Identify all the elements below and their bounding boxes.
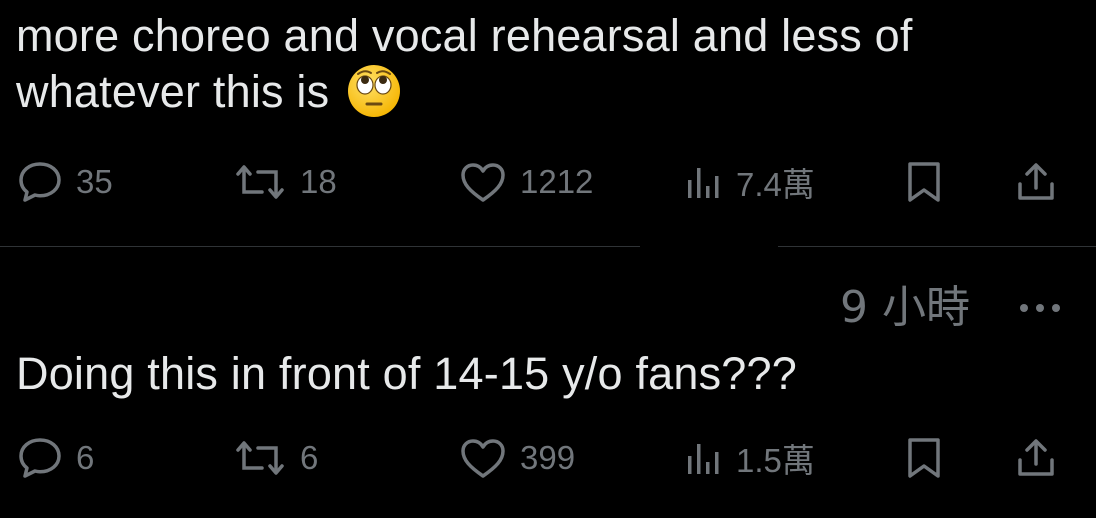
share-button[interactable] — [1014, 428, 1058, 488]
views-count: 1.5萬 — [736, 442, 815, 479]
tweet-text: more choreo and vocal rehearsal and less… — [16, 8, 1076, 119]
more-button[interactable] — [1014, 284, 1066, 332]
like-button[interactable]: 399 — [458, 428, 575, 488]
tweet-actions: 35 18 1212 7.4萬 — [0, 152, 1096, 212]
reply-count: 35 — [76, 163, 113, 200]
like-button[interactable]: 1212 — [458, 152, 593, 212]
retweet-button[interactable]: 6 — [232, 428, 318, 488]
heart-icon — [461, 163, 505, 202]
reply-button[interactable]: 35 — [16, 152, 113, 212]
like-count: 1212 — [520, 163, 594, 200]
tweet-timestamp[interactable]: 9 小時 — [840, 280, 970, 336]
reply-icon — [19, 438, 61, 478]
share-icon — [1018, 163, 1054, 200]
tweet-text: Doing this in front of 14-15 y/o fans??? — [16, 348, 797, 399]
heart-icon — [461, 439, 505, 478]
redaction-block — [640, 240, 778, 254]
face-with-rolling-eyes-icon — [348, 65, 401, 117]
tweet-actions: 6 6 399 1.5萬 — [0, 428, 1096, 488]
tweet-text-content: more choreo and vocal rehearsal and less… — [16, 10, 926, 117]
reply-button[interactable]: 6 — [16, 428, 94, 488]
retweet-icon — [236, 441, 284, 475]
share-icon — [1018, 439, 1054, 476]
share-button[interactable] — [1014, 152, 1058, 212]
views-button[interactable]: 1.5萬 — [684, 428, 815, 488]
retweet-button[interactable]: 18 — [232, 152, 337, 212]
more-icon — [1020, 304, 1060, 312]
bookmark-button[interactable] — [904, 152, 944, 212]
retweet-icon — [236, 165, 284, 199]
reply-icon — [19, 162, 61, 202]
views-icon — [688, 444, 719, 474]
bookmark-icon — [908, 438, 940, 478]
views-icon — [688, 168, 719, 198]
reply-count: 6 — [76, 439, 95, 476]
retweet-count: 6 — [300, 439, 319, 476]
bookmark-icon — [908, 162, 940, 202]
retweet-count: 18 — [300, 163, 337, 200]
tweet-divider — [0, 246, 1096, 247]
views-count: 7.4萬 — [736, 166, 815, 203]
timeline: more choreo and vocal rehearsal and less… — [0, 0, 1096, 518]
views-button[interactable]: 7.4萬 — [684, 152, 815, 212]
like-count: 399 — [520, 439, 576, 476]
bookmark-button[interactable] — [904, 428, 944, 488]
tweet-header: 9 小時 — [0, 280, 1096, 336]
